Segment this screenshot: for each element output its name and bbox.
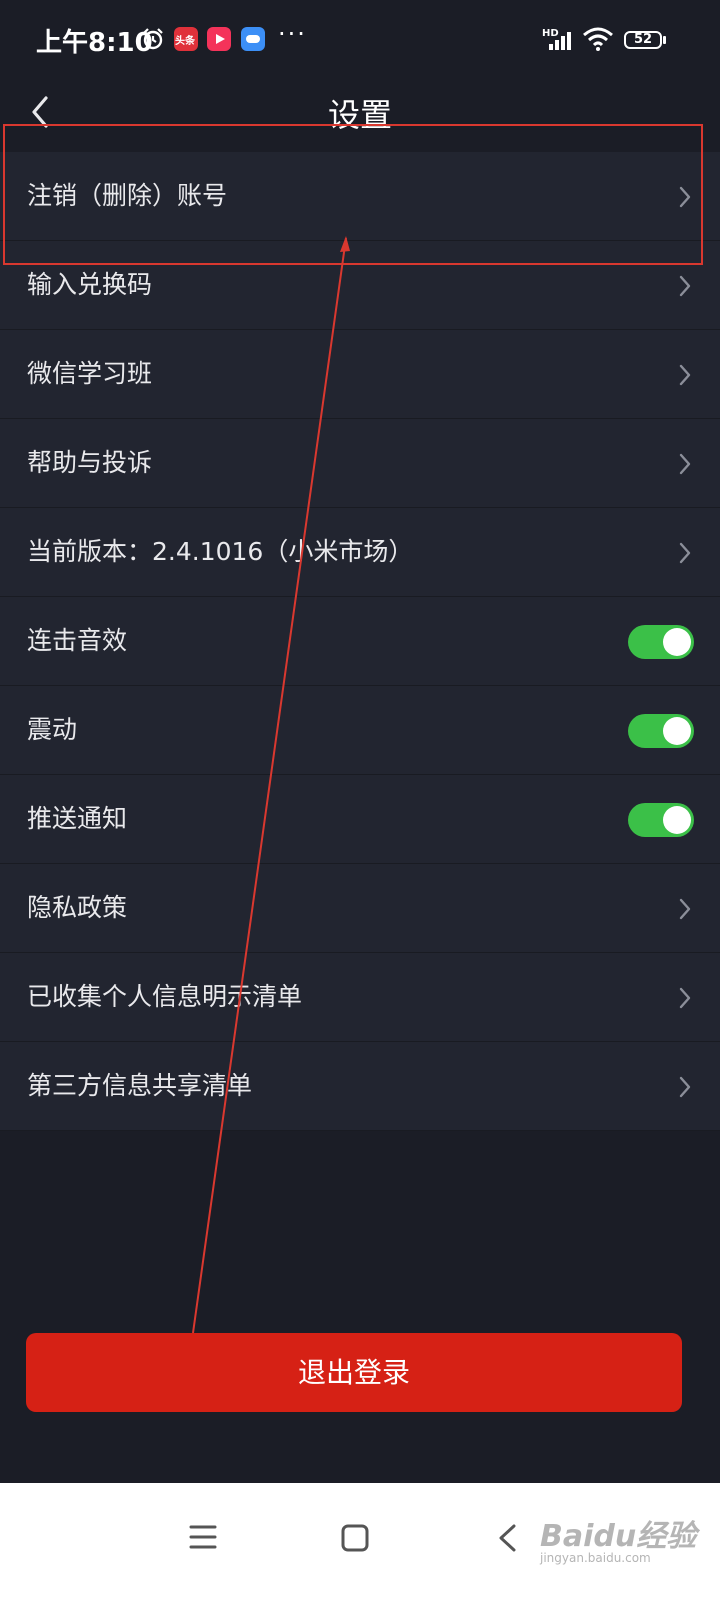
toggle-knob xyxy=(663,806,691,834)
battery-icon: 52 xyxy=(624,31,662,49)
toutiao-app-icon: 头条 xyxy=(174,27,198,51)
settings-row[interactable]: 连击音效 xyxy=(0,597,720,686)
battery-cap xyxy=(663,36,666,44)
chevron-right-icon xyxy=(679,898,691,920)
settings-row[interactable]: 帮助与投诉 xyxy=(0,419,720,508)
home-icon[interactable] xyxy=(340,1523,370,1553)
baidu-watermark: Baidu经验 xyxy=(540,1519,697,1554)
toggle-switch[interactable] xyxy=(628,714,694,748)
cell-signal-icon xyxy=(549,32,571,50)
system-back-icon[interactable] xyxy=(496,1523,520,1553)
settings-row-label: 微信学习班 xyxy=(27,359,153,388)
chevron-right-icon xyxy=(679,453,691,475)
settings-row-label: 当前版本：2.4.1016（小米市场） xyxy=(27,537,414,566)
settings-row-label: 推送通知 xyxy=(27,804,128,833)
status-time: 上午8:10 xyxy=(36,28,153,58)
video-app-icon xyxy=(207,27,231,51)
settings-row-label: 隐私政策 xyxy=(27,893,128,922)
settings-row[interactable]: 隐私政策 xyxy=(0,864,720,953)
toggle-knob xyxy=(663,717,691,745)
settings-row[interactable]: 推送通知 xyxy=(0,775,720,864)
toggle-switch[interactable] xyxy=(628,625,694,659)
nav-header: 设置 xyxy=(0,80,720,150)
status-bar: 上午8:10 头条 ··· HD 52 xyxy=(0,0,720,80)
chevron-right-icon xyxy=(679,542,691,564)
toggle-knob xyxy=(663,628,691,656)
logout-button[interactable]: 退出登录 xyxy=(26,1333,682,1412)
menu-icon[interactable] xyxy=(188,1523,218,1551)
settings-row[interactable]: 当前版本：2.4.1016（小米市场） xyxy=(0,508,720,597)
chevron-right-icon xyxy=(679,987,691,1009)
settings-row-label: 输入兑换码 xyxy=(27,270,153,299)
chevron-right-icon xyxy=(679,1076,691,1098)
settings-row[interactable]: 第三方信息共享清单 xyxy=(0,1042,720,1131)
settings-list: 注销（删除）账号 输入兑换码微信学习班帮助与投诉当前版本：2.4.1016（小米市… xyxy=(0,152,720,1131)
toggle-switch[interactable] xyxy=(628,803,694,837)
battery-level: 52 xyxy=(633,32,653,47)
settings-row[interactable]: 震动 xyxy=(0,686,720,775)
settings-row-label: 注销（删除）账号 xyxy=(27,181,228,210)
page-title: 设置 xyxy=(327,96,392,134)
settings-row[interactable]: 输入兑换码 xyxy=(0,241,720,330)
settings-row-label: 震动 xyxy=(27,715,78,744)
alarm-clock-icon xyxy=(143,28,163,50)
settings-row-label: 已收集个人信息明示清单 xyxy=(27,982,303,1011)
settings-row-label: 帮助与投诉 xyxy=(27,448,153,477)
settings-row[interactable]: 已收集个人信息明示清单 xyxy=(0,953,720,1042)
toutiao-badge-text: 头条 xyxy=(175,36,195,47)
wifi-icon xyxy=(583,27,613,51)
chevron-right-icon xyxy=(679,364,691,386)
settings-row[interactable]: 微信学习班 xyxy=(0,330,720,419)
chevron-right-icon xyxy=(679,186,691,208)
cloud-app-icon xyxy=(241,27,265,51)
settings-row-label: 连击音效 xyxy=(27,626,128,655)
chevron-right-icon xyxy=(679,275,691,297)
more-notifications-icon: ··· xyxy=(278,20,307,48)
settings-row[interactable]: 注销（删除）账号 xyxy=(0,152,720,241)
settings-row-label: 第三方信息共享清单 xyxy=(27,1071,253,1100)
baidu-watermark-url: jingyan.baidu.com xyxy=(540,1551,651,1565)
system-nav-bar: Baidu经验 jingyan.baidu.com xyxy=(0,1483,720,1600)
